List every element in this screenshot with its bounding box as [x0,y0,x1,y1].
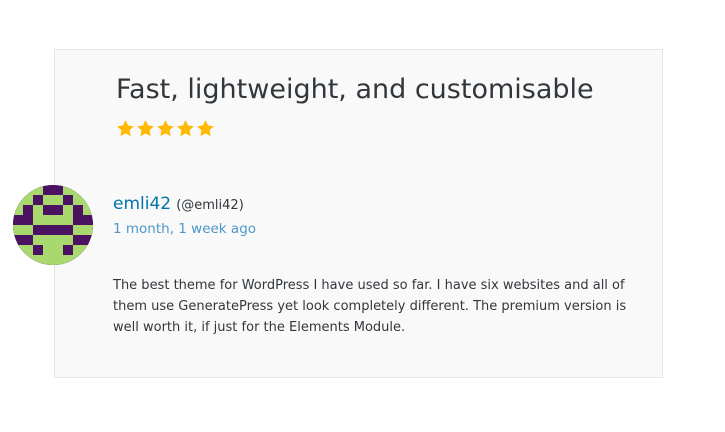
star-icon [137,120,154,137]
star-icon [197,120,214,137]
review-date-link[interactable]: 1 month, 1 week ago [113,219,256,239]
author-name-link[interactable]: emli42 [113,194,171,214]
star-icon [157,120,174,137]
review-body: The best theme for WordPress I have used… [113,278,627,335]
pixel-identicon-avatar-icon [13,185,93,265]
review-author: emli42 (@emli42) [113,193,244,217]
avatar[interactable] [13,185,93,265]
star-icon [177,120,194,137]
star-rating [116,119,215,138]
star-icon [117,120,134,137]
review-title: Fast, lightweight, and customisable [116,74,594,105]
author-handle: (@emli42) [176,198,244,213]
